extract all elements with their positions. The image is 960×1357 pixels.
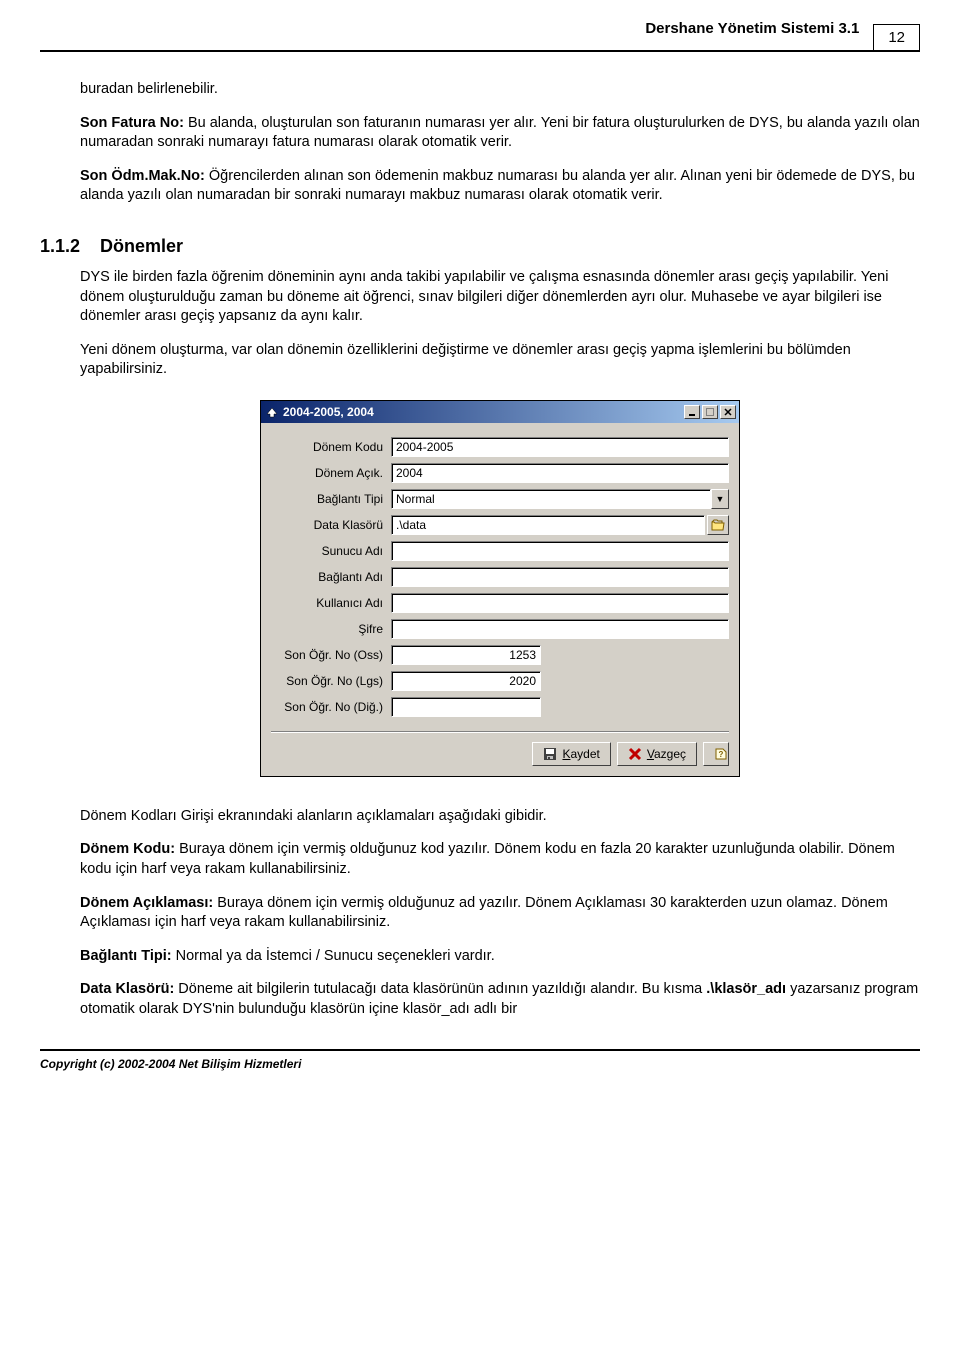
paragraph: Son Ödm.Mak.No: Öğrencilerden alınan son…	[80, 167, 920, 206]
label-son-ogr-oss: Son Öğr. No (Oss)	[271, 647, 391, 663]
field-text: Buraya dönem için vermiş olduğunuz kod y…	[80, 841, 895, 877]
page-number: 12	[873, 24, 920, 50]
field-text: Öğrencilerden alınan son ödemenin makbuz…	[80, 168, 915, 204]
save-icon	[543, 747, 557, 761]
label-baglanti-adi: Bağlantı Adı	[271, 569, 391, 585]
field-text: Bu alanda, oluşturulan son faturanın num…	[80, 115, 920, 151]
paragraph: buradan belirlenebilir.	[80, 80, 920, 100]
label-sifre: Şifre	[271, 621, 391, 637]
svg-text:?: ?	[719, 750, 724, 759]
maximize-button[interactable]	[702, 405, 718, 419]
field-bold: .\klasör_adı	[706, 981, 786, 997]
field-label: Son Fatura No:	[80, 115, 184, 131]
label-donem-acik: Dönem Açık.	[271, 465, 391, 481]
label-data-klasoru: Data Klasörü	[271, 517, 391, 533]
minimize-button[interactable]	[684, 405, 700, 419]
label-baglanti-tipi: Bağlantı Tipi	[271, 491, 391, 507]
titlebar[interactable]: 2004-2005, 2004	[261, 401, 739, 423]
browse-button[interactable]	[707, 515, 729, 535]
field-label: Data Klasörü:	[80, 981, 174, 997]
paragraph: Dönem Kodları Girişi ekranındaki alanlar…	[80, 807, 920, 827]
input-donem-kodu[interactable]	[391, 437, 729, 457]
close-button[interactable]	[720, 405, 736, 419]
field-label: Son Ödm.Mak.No:	[80, 168, 205, 184]
label-sunucu-adi: Sunucu Adı	[271, 543, 391, 559]
save-button-label: Kaydet	[562, 747, 599, 761]
section-number: 1.1.2	[40, 234, 100, 258]
combo-baglanti-tipi[interactable]	[391, 489, 711, 509]
input-data-klasoru[interactable]	[391, 515, 705, 535]
dropdown-button[interactable]: ▼	[711, 489, 729, 509]
field-label: Dönem Kodu:	[80, 841, 175, 857]
input-son-ogr-oss[interactable]	[391, 645, 541, 665]
paragraph: Dönem Kodu: Buraya dönem için vermiş old…	[80, 840, 920, 879]
page-header: Dershane Yönetim Sistemi 3.1 12	[40, 0, 920, 52]
footer-copyright: Copyright (c) 2002-2004 Net Bilişim Hizm…	[40, 1049, 920, 1071]
input-sunucu-adi[interactable]	[391, 541, 729, 561]
input-baglanti-adi[interactable]	[391, 567, 729, 587]
dialog-window: 2004-2005, 2004 Dönem Kodu Dönem Açık.	[260, 400, 740, 777]
label-son-ogr-lgs: Son Öğr. No (Lgs)	[271, 673, 391, 689]
label-son-ogr-dig: Son Öğr. No (Diğ.)	[271, 699, 391, 715]
section-heading: 1.1.2 Dönemler	[80, 234, 920, 258]
paragraph: Bağlantı Tipi: Normal ya da İstemci / Su…	[80, 947, 920, 967]
save-button[interactable]: Kaydet	[532, 742, 610, 766]
label-kullanici-adi: Kullanıcı Adı	[271, 595, 391, 611]
app-icon	[265, 405, 279, 419]
field-text: Döneme ait bilgilerin tutulacağı data kl…	[174, 981, 706, 997]
cancel-button[interactable]: Vazgeç	[617, 742, 697, 766]
header-title: Dershane Yönetim Sistemi 3.1	[645, 20, 859, 37]
paragraph: Dönem Açıklaması: Buraya dönem için verm…	[80, 894, 920, 933]
field-text: Normal ya da İstemci / Sunucu seçenekler…	[172, 948, 495, 964]
paragraph: DYS ile birden fazla öğrenim döneminin a…	[80, 268, 920, 327]
field-label: Dönem Açıklaması:	[80, 895, 213, 911]
paragraph: Son Fatura No: Bu alanda, oluşturulan so…	[80, 114, 920, 153]
input-son-ogr-dig[interactable]	[391, 697, 541, 717]
cancel-icon	[628, 747, 642, 761]
dialog-body: Dönem Kodu Dönem Açık. Bağlantı Tipi ▼	[261, 423, 739, 776]
input-son-ogr-lgs[interactable]	[391, 671, 541, 691]
input-sifre[interactable]	[391, 619, 729, 639]
input-kullanici-adi[interactable]	[391, 593, 729, 613]
paragraph: Yeni dönem oluşturma, var olan dönemin ö…	[80, 341, 920, 380]
paragraph: Data Klasörü: Döneme ait bilgilerin tutu…	[80, 980, 920, 1019]
label-donem-kodu: Dönem Kodu	[271, 439, 391, 455]
titlebar-title: 2004-2005, 2004	[283, 404, 684, 420]
field-label: Bağlantı Tipi:	[80, 948, 172, 964]
section-title: Dönemler	[100, 234, 183, 258]
input-donem-acik[interactable]	[391, 463, 729, 483]
help-button[interactable]: ?	[703, 742, 729, 766]
cancel-button-label: Vazgeç	[647, 747, 686, 761]
help-icon: ?	[714, 747, 728, 761]
